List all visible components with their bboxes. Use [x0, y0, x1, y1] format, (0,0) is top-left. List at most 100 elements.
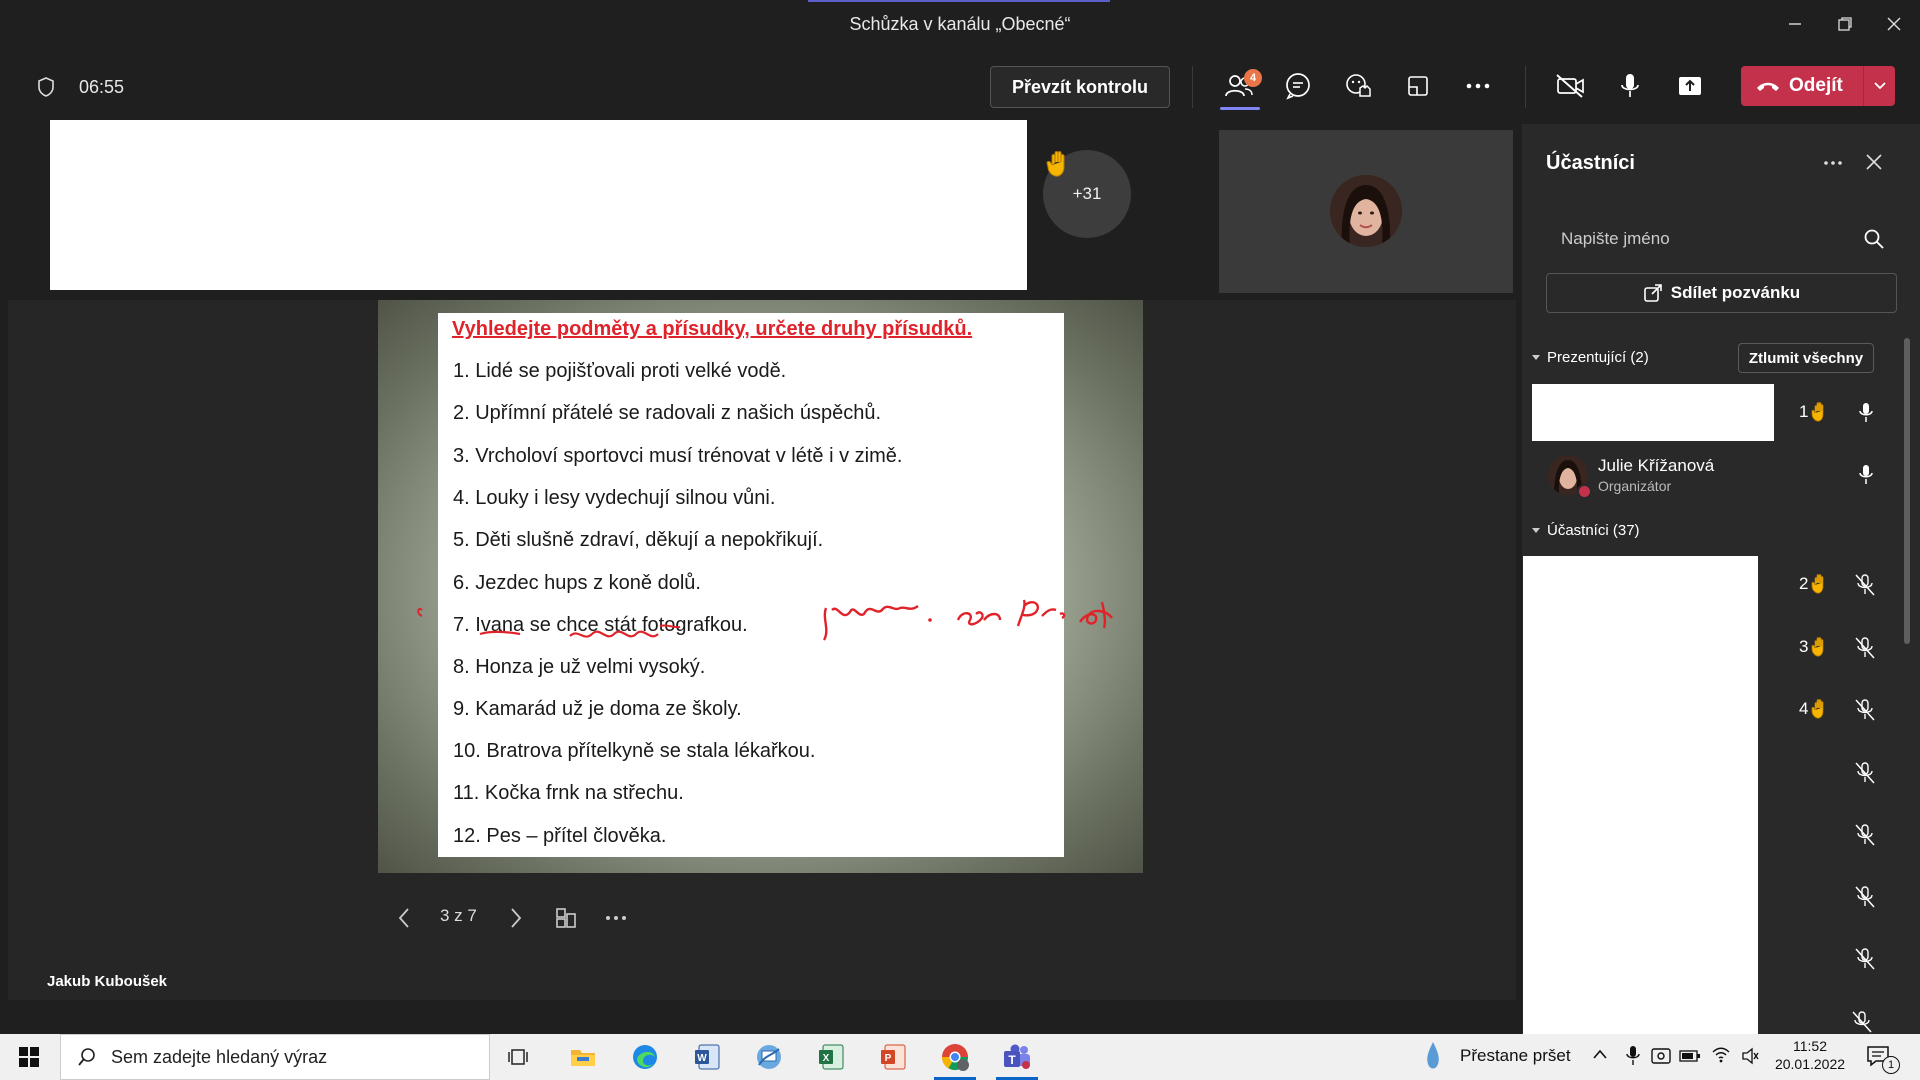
battery-icon[interactable]: [1679, 1050, 1701, 1062]
microphone-icon: [1859, 403, 1873, 422]
clock-date: 20.01.2022: [1774, 1056, 1846, 1072]
overflow-count: +31: [1072, 184, 1102, 203]
teams-icon: T: [1004, 1044, 1030, 1069]
chevron-down-icon: [1873, 82, 1886, 90]
start-button[interactable]: [18, 1046, 40, 1068]
close-window-button[interactable]: [1866, 8, 1920, 40]
slide-heading: Vyhledejte podměty a přísudky, určete dr…: [452, 318, 973, 340]
share-content-button[interactable]: [1668, 64, 1712, 108]
attendees-list[interactable]: [1523, 556, 1758, 1034]
rooms-button[interactable]: [1396, 64, 1440, 108]
task-view-button[interactable]: [493, 1038, 547, 1076]
participant-search[interactable]: Napište jméno: [1545, 213, 1897, 265]
presenter-row[interactable]: [1532, 384, 1774, 441]
more-actions-button[interactable]: [1456, 64, 1500, 108]
edge-app[interactable]: [618, 1038, 672, 1076]
slide-item: 1. Lidé se pojišťovali proti velké vodě.: [453, 360, 787, 382]
hand-raise-indicator: 2: [1799, 569, 1845, 599]
microphone-icon[interactable]: [1626, 1045, 1640, 1067]
panel-more-button[interactable]: [1822, 152, 1844, 174]
chevron-down-icon[interactable]: [1531, 527, 1541, 535]
previous-slide-button[interactable]: [384, 900, 424, 936]
chat-button[interactable]: [1276, 64, 1320, 108]
search-input[interactable]: Napište jméno: [1561, 229, 1670, 249]
window-title: Schůzka v kanálu „Obecné“: [849, 14, 1071, 34]
system-clock[interactable]: 11:52 20.01.2022: [1770, 1034, 1850, 1080]
minimize-button[interactable]: [1767, 8, 1823, 40]
leave-options-button[interactable]: [1864, 81, 1895, 91]
weather-icon: [1424, 1040, 1442, 1072]
share-invite-button[interactable]: Sdílet pozvánku: [1546, 273, 1897, 313]
taskbar-search[interactable]: Sem zadejte hledaný výraz: [60, 1034, 490, 1080]
reactions-button[interactable]: [1336, 64, 1380, 108]
chevron-up-icon[interactable]: [1592, 1048, 1608, 1060]
teams-app[interactable]: T: [990, 1038, 1044, 1080]
attendees-section-label[interactable]: Účastníci (37): [1547, 522, 1640, 539]
participants-count-badge: 4: [1244, 69, 1262, 87]
title-bar: Schůzka v kanálu „Obecné“: [0, 0, 1920, 48]
slide-item: 12. Pes – přítel člověka.: [453, 825, 667, 847]
mute-all-button[interactable]: Ztlumit všechny: [1738, 343, 1874, 373]
chrome-app[interactable]: [928, 1038, 982, 1080]
hang-up-icon: [1757, 82, 1779, 91]
slide-item: 2. Upřímní přátelé se radovali z našich …: [453, 402, 881, 424]
volume-icon[interactable]: [1741, 1047, 1759, 1065]
weather-status[interactable]: Přestane pršet: [1460, 1046, 1571, 1066]
word-icon: W: [695, 1044, 720, 1070]
leave-button[interactable]: Odejít: [1741, 75, 1863, 97]
excel-app[interactable]: X: [804, 1038, 858, 1076]
reaction-hand-icon: [1346, 74, 1371, 97]
mic-toggle-button[interactable]: [1608, 64, 1652, 108]
mic-off-icon: [1851, 1010, 1873, 1034]
breakout-rooms-icon: [1408, 76, 1428, 96]
mic-off-icon: [1851, 634, 1879, 662]
svg-text:T: T: [1008, 1053, 1016, 1067]
raised-hand-icon: [1046, 149, 1072, 179]
restore-button[interactable]: [1817, 8, 1873, 40]
close-panel-button[interactable]: [1864, 152, 1884, 172]
share-invite-label: Sdílet pozvánku: [1670, 283, 1801, 302]
file-explorer-app[interactable]: [556, 1038, 610, 1076]
participant-name: Julie Křížanová: [1598, 456, 1715, 475]
chrome-browser-icon: [941, 1044, 969, 1071]
slide-grid-button[interactable]: [546, 900, 586, 936]
slides-overview-icon: [556, 908, 576, 928]
leave-button-group: Odejít: [1741, 66, 1895, 106]
chat-icon: [1286, 73, 1310, 100]
edge-browser-icon: [633, 1045, 657, 1069]
chevron-down-icon[interactable]: [1531, 354, 1541, 362]
camera-toggle-button[interactable]: [1548, 64, 1592, 108]
share-screen-icon: [1679, 77, 1701, 95]
active-indicator: [1220, 107, 1260, 110]
slide-page-indicator: 3 z 7: [440, 906, 477, 925]
mic-off-icon: [1851, 945, 1879, 973]
meet-now-icon[interactable]: [1651, 1046, 1671, 1066]
panel-scrollbar[interactable]: [1904, 338, 1910, 644]
windows-logo-icon: [19, 1047, 39, 1067]
mic-off-icon: [1851, 821, 1879, 849]
participant-mic: [1852, 461, 1880, 489]
presenters-section-label[interactable]: Prezentující (2): [1547, 349, 1649, 366]
slide-item: 10. Bratrova přítelkyně se stala lékařko…: [453, 740, 816, 762]
powerpoint-app[interactable]: P: [866, 1038, 920, 1076]
search-icon: [78, 1048, 95, 1066]
raised-hand-icon: [1812, 402, 1824, 422]
wifi-icon[interactable]: [1711, 1046, 1731, 1064]
meeting-timer: 06:55: [79, 77, 125, 97]
remote-desktop-app[interactable]: [742, 1038, 796, 1076]
word-app[interactable]: W: [680, 1038, 734, 1076]
notification-count-badge: 1: [1882, 1056, 1900, 1074]
chevron-left-icon: [398, 908, 409, 928]
take-control-button[interactable]: Převzít kontrolu: [990, 66, 1170, 108]
taskbar-search-input[interactable]: Sem zadejte hledaný výraz: [111, 1047, 327, 1068]
mic-off-icon: [1851, 883, 1879, 911]
status-busy-icon: [1577, 484, 1592, 499]
next-slide-button[interactable]: [496, 900, 536, 936]
raised-hand-icon: [1812, 637, 1824, 657]
hand-raise-indicator: 3: [1799, 632, 1845, 662]
svg-text:W: W: [697, 1053, 707, 1064]
more-icon: [1466, 83, 1490, 89]
slide-more-options-button[interactable]: [596, 900, 636, 936]
toolbar-divider: [1525, 66, 1526, 108]
remote-desktop-icon: [757, 1045, 781, 1069]
